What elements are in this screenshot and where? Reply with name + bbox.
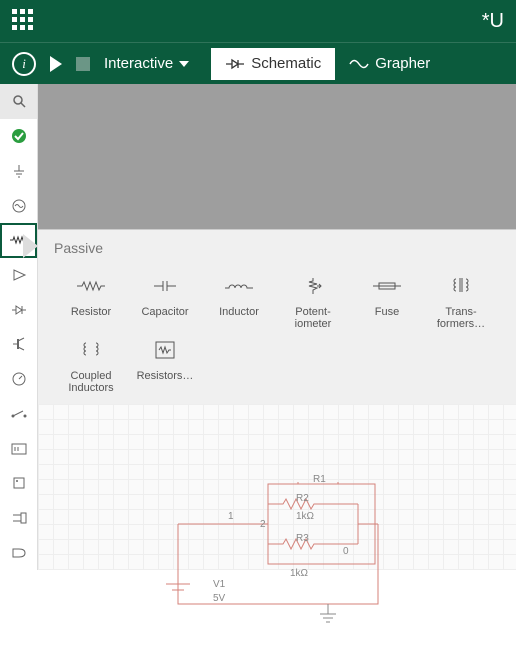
- coupled-inductors-icon: [79, 338, 103, 362]
- main-area: Passive Resistor Capacitor Inductor Pote…: [0, 84, 516, 570]
- r1-ref: R1: [313, 474, 326, 485]
- canvas-empty-region[interactable]: [38, 84, 516, 229]
- node-1-label: 1: [228, 511, 234, 522]
- stop-button[interactable]: [76, 57, 90, 71]
- sidebar-meter[interactable]: [0, 362, 37, 397]
- potentiometer-symbol-icon: [303, 274, 323, 298]
- document-title: *U: [482, 10, 504, 33]
- node-2-label: 2: [260, 519, 266, 530]
- v1-val: 5V: [213, 593, 226, 604]
- resistors-group-icon: [153, 338, 177, 362]
- main-toolbar: i Interactive Schematic Grapher: [0, 42, 516, 84]
- ground-icon: [11, 163, 27, 179]
- source-check-icon: [11, 128, 27, 144]
- ic-icon: [11, 476, 27, 490]
- palette-transformers[interactable]: Trans- formers…: [424, 270, 498, 334]
- node-0-label: 0: [343, 546, 349, 557]
- info-button[interactable]: i: [12, 52, 36, 76]
- sidebar-connector[interactable]: [0, 501, 37, 536]
- palette-resistor[interactable]: Resistor: [54, 270, 128, 334]
- palette-resistors-more[interactable]: Resistors…: [128, 334, 202, 398]
- palette-title: Passive: [54, 240, 500, 256]
- sidebar-ground[interactable]: [0, 153, 37, 188]
- run-button[interactable]: [50, 56, 62, 72]
- palette-fuse[interactable]: Fuse: [350, 270, 424, 334]
- transformer-symbol-icon: [449, 274, 473, 298]
- sidebar-switch[interactable]: [0, 397, 37, 432]
- gate-icon: [11, 547, 27, 559]
- palette-coupled-inductors[interactable]: Coupled Inductors: [54, 334, 128, 398]
- inductor-symbol-icon: [224, 274, 254, 298]
- mode-label: Interactive: [104, 55, 173, 72]
- sidebar-diode[interactable]: [0, 292, 37, 327]
- component-sidebar: [0, 84, 38, 570]
- ac-source-icon: [11, 198, 27, 214]
- r2-ref: R2: [296, 493, 309, 504]
- transistor-icon: [11, 336, 27, 352]
- sine-wave-icon: [349, 57, 369, 71]
- sidebar-transistor[interactable]: [0, 327, 37, 362]
- sidebar-ic[interactable]: [0, 466, 37, 501]
- opamp-icon: [11, 267, 27, 283]
- capacitor-symbol-icon: [153, 274, 177, 298]
- sidebar-sources[interactable]: [0, 119, 37, 154]
- connector-icon: [11, 512, 27, 524]
- r3-ref: R3: [296, 533, 309, 544]
- palette-potentiometer[interactable]: Potent- iometer: [276, 270, 350, 334]
- component-palette: Passive Resistor Capacitor Inductor Pote…: [38, 229, 516, 411]
- sidebar-display[interactable]: [0, 431, 37, 466]
- view-tabs: Schematic Grapher: [211, 48, 444, 80]
- search-icon: [12, 94, 26, 108]
- schematic-canvas[interactable]: 1 2 0 R1 R2 1kΩ R3 1kΩ V1 5V: [38, 404, 516, 570]
- display-icon: [11, 443, 27, 455]
- v1-ref: V1: [213, 579, 226, 590]
- diode-sidebar-icon: [10, 304, 28, 316]
- diode-icon: [225, 57, 245, 71]
- tab-schematic[interactable]: Schematic: [211, 48, 335, 80]
- resistor-symbol-icon: [76, 274, 106, 298]
- tab-grapher[interactable]: Grapher: [335, 48, 444, 80]
- canvas-area: Passive Resistor Capacitor Inductor Pote…: [38, 84, 516, 570]
- sidebar-amplifier[interactable]: [0, 258, 37, 293]
- meter-icon: [11, 371, 27, 387]
- simulation-mode-select[interactable]: Interactive: [104, 55, 189, 72]
- palette-inductor[interactable]: Inductor: [202, 270, 276, 334]
- sidebar-search[interactable]: [0, 84, 37, 119]
- app-header: *U: [0, 0, 516, 42]
- palette-pointer: [23, 234, 38, 258]
- apps-menu-icon[interactable]: [12, 9, 36, 33]
- sidebar-misc[interactable]: [0, 535, 37, 570]
- switch-icon: [10, 409, 28, 419]
- r2-val: 1kΩ: [296, 511, 315, 522]
- sidebar-source-circle[interactable]: [0, 188, 37, 223]
- fuse-symbol-icon: [372, 274, 402, 298]
- chevron-down-icon: [179, 61, 189, 67]
- palette-capacitor[interactable]: Capacitor: [128, 270, 202, 334]
